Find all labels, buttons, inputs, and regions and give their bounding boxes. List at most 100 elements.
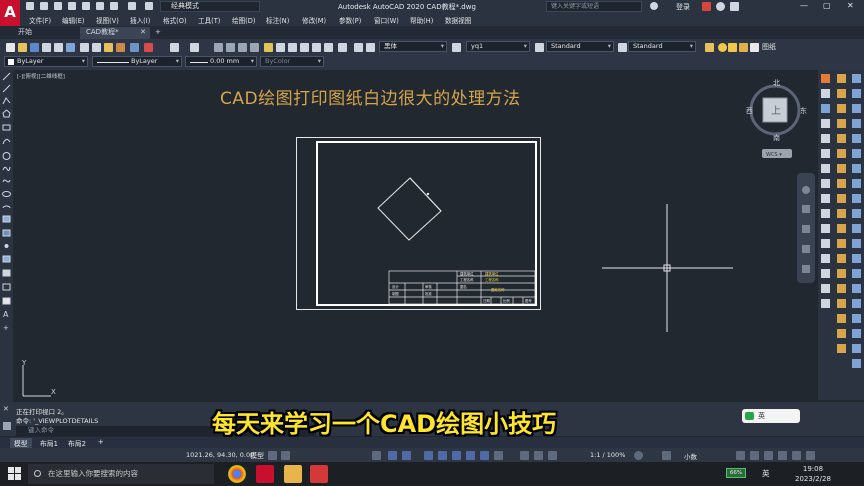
- menu-insert[interactable]: 插入(I): [130, 15, 150, 25]
- save-as-icon[interactable]: [68, 2, 76, 10]
- menu-view[interactable]: 视图(V): [96, 15, 119, 25]
- grid-icon[interactable]: [268, 451, 277, 460]
- redo-icon[interactable]: [128, 2, 136, 10]
- selection-cycling-icon[interactable]: [494, 451, 503, 460]
- polar-icon[interactable]: [402, 451, 411, 460]
- realtime-pan-icon[interactable]: [214, 43, 223, 52]
- new-file-icon[interactable]: [26, 2, 34, 10]
- block-editor-icon[interactable]: [130, 43, 139, 52]
- current-layer-name[interactable]: 图纸: [762, 42, 776, 52]
- properties-icon[interactable]: [264, 43, 273, 52]
- save-icon[interactable]: [54, 2, 62, 10]
- linetype-combo[interactable]: ByLayer: [92, 56, 182, 67]
- menu-edit[interactable]: 编辑(E): [62, 15, 85, 25]
- help-icon[interactable]: [730, 2, 739, 11]
- windows-start-icon[interactable]: [8, 467, 22, 481]
- text-style-manager-icon[interactable]: [452, 43, 461, 52]
- menu-format[interactable]: 格式(O): [163, 15, 187, 25]
- text-style-icon[interactable]: [354, 43, 363, 52]
- menu-help[interactable]: 帮助(H): [410, 15, 433, 25]
- auto-scale-icon[interactable]: [534, 451, 543, 460]
- language-indicator[interactable]: 英: [762, 468, 770, 479]
- table-style-combo[interactable]: Standard: [628, 41, 696, 52]
- modify-tool-icons[interactable]: [818, 70, 864, 400]
- print-icon[interactable]: [96, 2, 104, 10]
- draw-tool-icons[interactable]: A +: [0, 70, 13, 410]
- quick-properties-icon[interactable]: [736, 451, 745, 460]
- autodesk-app-icon[interactable]: [702, 2, 711, 11]
- system-clock[interactable]: 19:08 2023/2/28: [795, 464, 831, 484]
- object-snap-tracking-icon[interactable]: [438, 451, 447, 460]
- menu-modify[interactable]: 修改(M): [302, 15, 326, 25]
- isolate-objects-icon[interactable]: [764, 451, 773, 460]
- minimize-button[interactable]: —: [800, 1, 808, 10]
- zoom-realtime-icon[interactable]: [226, 43, 235, 52]
- layer-properties-icon[interactable]: [705, 43, 714, 52]
- menu-data-view[interactable]: 数据视图: [445, 15, 471, 25]
- zoom-previous-icon[interactable]: [250, 43, 259, 52]
- infer-constraints-icon[interactable]: [372, 451, 381, 460]
- new-tab-button[interactable]: +: [152, 27, 166, 39]
- clean-screen-icon[interactable]: [792, 451, 801, 460]
- add-layout-button[interactable]: +: [98, 438, 104, 446]
- design-center-icon[interactable]: [276, 43, 285, 52]
- cut-icon[interactable]: [80, 43, 89, 52]
- zoom-window-icon[interactable]: [238, 43, 247, 52]
- undo-icon[interactable]: [110, 2, 118, 10]
- text-style-combo[interactable]: yq1: [466, 41, 530, 52]
- ime-indicator[interactable]: 英: [742, 409, 800, 423]
- login-link[interactable]: 登录: [676, 2, 690, 12]
- tab-model[interactable]: 模型: [10, 438, 32, 448]
- object-snap-icon[interactable]: [452, 451, 461, 460]
- keyword-search-input[interactable]: 键入关键字或短语: [546, 1, 642, 12]
- menu-window[interactable]: 窗口(W): [374, 15, 399, 25]
- close-window-button[interactable]: ✕: [847, 1, 854, 10]
- dim-style-combo[interactable]: Standard: [546, 41, 614, 52]
- qnew-icon[interactable]: [6, 43, 15, 52]
- color-combo[interactable]: ByLayer: [4, 56, 88, 67]
- snap-mode-icon[interactable]: [281, 451, 290, 460]
- menu-tools[interactable]: 工具(T): [198, 15, 220, 25]
- copy-icon[interactable]: [92, 43, 101, 52]
- markup-icon[interactable]: [312, 43, 321, 52]
- plot-icon[interactable]: [82, 2, 90, 10]
- text-height-icon[interactable]: [366, 43, 375, 52]
- open-icon[interactable]: [18, 43, 27, 52]
- table-style-icon[interactable]: [618, 43, 627, 52]
- preview-icon[interactable]: [54, 43, 63, 52]
- layer-color-swatch-icon[interactable]: [750, 43, 759, 52]
- hardware-acceleration-icon[interactable]: [778, 451, 787, 460]
- annotation-visibility-icon[interactable]: [520, 451, 529, 460]
- paste-icon[interactable]: [104, 43, 113, 52]
- menu-draw[interactable]: 绘图(D): [232, 15, 255, 25]
- font-combo[interactable]: 黑体: [379, 41, 447, 52]
- ortho-icon[interactable]: [388, 451, 397, 460]
- plot-toolbar-icon[interactable]: [42, 43, 51, 52]
- layer-freeze-sun-icon[interactable]: [728, 43, 737, 52]
- share-icon[interactable]: [145, 2, 153, 10]
- tool-palettes-icon[interactable]: [288, 43, 297, 52]
- undo-toolbar-icon[interactable]: [170, 43, 179, 52]
- redo-toolbar-icon[interactable]: [190, 43, 199, 52]
- tab-cad-tutorial[interactable]: CAD教程* ✕: [80, 27, 150, 39]
- a360-icon[interactable]: [716, 2, 725, 11]
- tab-start[interactable]: 开始: [12, 27, 74, 39]
- annotation-scale-readout[interactable]: 1:1 / 100%: [590, 451, 625, 459]
- workspace-dropdown[interactable]: 经典模式: [160, 1, 260, 12]
- windows-search-box[interactable]: 在这里输入你要搜索的内容: [28, 464, 214, 484]
- open-file-icon[interactable]: [40, 2, 48, 10]
- save-toolbar-icon[interactable]: [30, 43, 39, 52]
- help-toolbar-icon[interactable]: [338, 43, 347, 52]
- tab-layout1[interactable]: 布局1: [40, 438, 58, 448]
- menu-dimension[interactable]: 标注(N): [266, 15, 289, 25]
- chrome-icon[interactable]: [228, 465, 246, 483]
- tab-layout2[interactable]: 布局2: [68, 438, 86, 448]
- drawing-canvas[interactable]: [-][俯视][二维线框] CAD绘图打印图纸白边很大的处理方法 建筑单位 建筑…: [13, 70, 818, 402]
- maximize-button[interactable]: ▢: [823, 1, 831, 10]
- units-readout[interactable]: 小数: [684, 451, 697, 461]
- dim-style-icon[interactable]: [535, 43, 544, 52]
- file-explorer-icon[interactable]: [284, 465, 302, 483]
- wps-icon[interactable]: [310, 465, 328, 483]
- annotation-scale-icon[interactable]: [548, 451, 557, 460]
- layer-on-bulb-icon[interactable]: [718, 43, 727, 52]
